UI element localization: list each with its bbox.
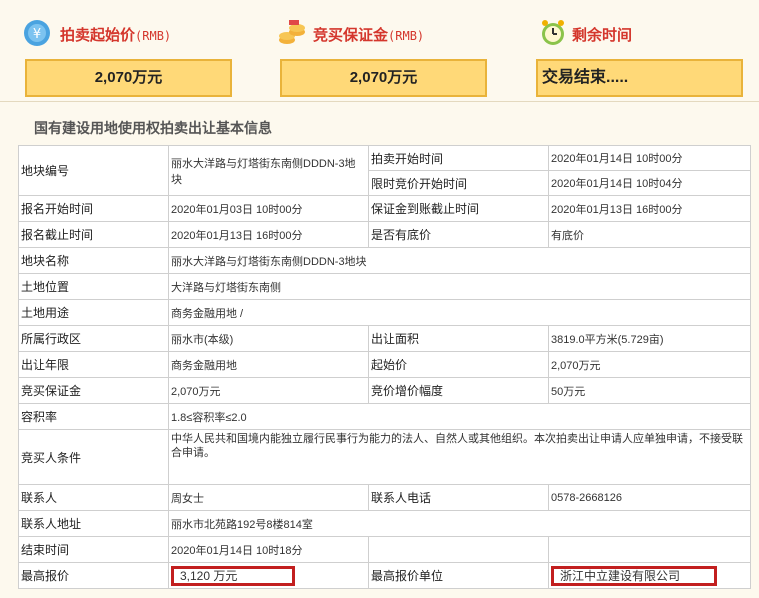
term-value: 商务金融用地: [168, 351, 369, 378]
table-row: 联系人 周女士 联系人电话 0578-2668126: [18, 484, 751, 511]
table-row: 土地用途 商务金融用地 /: [18, 299, 751, 326]
term-label: 出让年限: [18, 351, 169, 378]
table-row: 竞买保证金 2,070万元 竞价增价幅度 50万元: [18, 377, 751, 404]
increment-value: 50万元: [548, 377, 751, 404]
divider: [0, 101, 759, 102]
usage-value: 商务金融用地 /: [168, 299, 751, 326]
parcel-no-value: 丽水大洋路与灯塔街东南侧DDDN-3地块: [168, 145, 369, 196]
area-value: 3819.0平方米(5.729亩): [548, 325, 751, 352]
bidder-cond-value: 中华人民共和国境内能独立履行民事行为能力的法人、自然人或其他组织。本次拍卖出让申…: [168, 429, 751, 485]
area-label: 出让面积: [368, 325, 549, 352]
contact-label: 联系人: [18, 484, 169, 511]
start-price-label: 拍卖起始价: [60, 27, 136, 44]
increment-label: 竞价增价幅度: [368, 377, 549, 404]
deposit-value: 2,070万元: [280, 59, 487, 97]
location-value: 大洋路与灯塔街东南侧: [168, 273, 751, 300]
table-row: 出让年限 商务金融用地 起始价 2,070万元: [18, 351, 751, 378]
deposit-label: 竞买保证金: [313, 27, 389, 44]
bidder-cond-label: 竞买人条件: [18, 429, 169, 485]
table-row: 土地位置 大洋路与灯塔街东南侧: [18, 273, 751, 300]
info-table: 地块编号 丽水大洋路与灯塔街东南侧DDDN-3地块 拍卖开始时间 2020年01…: [18, 145, 751, 589]
table-row: 地块名称 丽水大洋路与灯塔街东南侧DDDN-3地块: [18, 247, 751, 274]
table-row: 竞买人条件 中华人民共和国境内能独立履行民事行为能力的法人、自然人或其他组织。本…: [18, 429, 751, 485]
svg-text:¥: ¥: [33, 27, 41, 42]
reserve-label: 是否有底价: [368, 221, 549, 248]
reg-start-value: 2020年01月03日 10时00分: [168, 195, 369, 222]
top-bidder-value: 浙江中立建设有限公司: [551, 565, 717, 586]
parcel-no-label: 地块编号: [18, 145, 169, 196]
district-value: 丽水市(本级): [168, 325, 369, 352]
limit-bid-start-label: 限时竞价开始时间: [368, 170, 549, 196]
end-time-label: 结束时间: [18, 536, 169, 563]
money-icon: ¥: [24, 20, 50, 46]
parcel-name-label: 地块名称: [18, 247, 169, 274]
usage-label: 土地用途: [18, 299, 169, 326]
table-row: 所属行政区 丽水市(本级) 出让面积 3819.0平方米(5.729亩): [18, 325, 751, 352]
table-row: 联系人地址 丽水市北苑路192号8楼814室: [18, 510, 751, 537]
section-title: 国有建设用地使用权拍卖出让基本信息: [34, 120, 272, 136]
end-time-value: 2020年01月14日 10时18分: [168, 536, 369, 563]
top-bidder-label: 最高报价单位: [368, 562, 549, 589]
parcel-name-value: 丽水大洋路与灯塔街东南侧DDDN-3地块: [168, 247, 751, 274]
location-label: 土地位置: [18, 273, 169, 300]
far-value: 1.8≤容积率≤2.0: [168, 403, 751, 430]
deposit-row-label: 竞买保证金: [18, 377, 169, 404]
contact-value: 周女士: [168, 484, 369, 511]
start-price-unit: (RMB): [135, 29, 172, 43]
reg-end-value: 2020年01月13日 16时00分: [168, 221, 369, 248]
table-row: 报名开始时间 2020年01月03日 10时00分 保证金到账截止时间 2020…: [18, 195, 751, 222]
phone-label: 联系人电话: [368, 484, 549, 511]
table-row: 最高报价 3,120 万元 最高报价单位 浙江中立建设有限公司: [18, 562, 751, 589]
summary-header: ¥ 拍卖起始价(RMB) 2,070万元 竞买保证金(RMB) 2,070万元 …: [0, 0, 759, 100]
district-label: 所属行政区: [18, 325, 169, 352]
reg-start-label: 报名开始时间: [18, 195, 169, 222]
remaining-time-label: 剩余时间: [572, 27, 633, 44]
start-price-row-value: 2,070万元: [548, 351, 751, 378]
phone-value: 0578-2668126: [548, 484, 751, 511]
deposit-deadline-value: 2020年01月13日 16时00分: [548, 195, 751, 222]
alarm-clock-icon: [542, 20, 564, 45]
auction-start-label: 拍卖开始时间: [368, 145, 549, 171]
address-value: 丽水市北苑路192号8楼814室: [168, 510, 751, 537]
table-row: 结束时间 2020年01月14日 10时18分: [18, 536, 751, 563]
table-row: 容积率 1.8≤容积率≤2.0: [18, 403, 751, 430]
address-label: 联系人地址: [18, 510, 169, 537]
top-bid-value: 3,120 万元: [171, 565, 295, 586]
limit-bid-start-value: 2020年01月14日 10时04分: [548, 170, 751, 196]
auction-start-value: 2020年01月14日 10时00分: [548, 145, 751, 171]
reg-end-label: 报名截止时间: [18, 221, 169, 248]
deposit-unit: (RMB): [388, 29, 425, 43]
remaining-time-value: 交易结束.....: [536, 59, 743, 97]
top-bid-label: 最高报价: [18, 562, 169, 589]
coins-icon: [279, 20, 305, 44]
deposit-deadline-label: 保证金到账截止时间: [368, 195, 549, 222]
table-row: 报名截止时间 2020年01月13日 16时00分 是否有底价 有底价: [18, 221, 751, 248]
deposit-row-value: 2,070万元: [168, 377, 369, 404]
reserve-value: 有底价: [548, 221, 751, 248]
start-price-row-label: 起始价: [368, 351, 549, 378]
far-label: 容积率: [18, 403, 169, 430]
table-row: 地块编号 丽水大洋路与灯塔街东南侧DDDN-3地块 拍卖开始时间 2020年01…: [18, 145, 751, 196]
start-price-value: 2,070万元: [25, 59, 232, 97]
